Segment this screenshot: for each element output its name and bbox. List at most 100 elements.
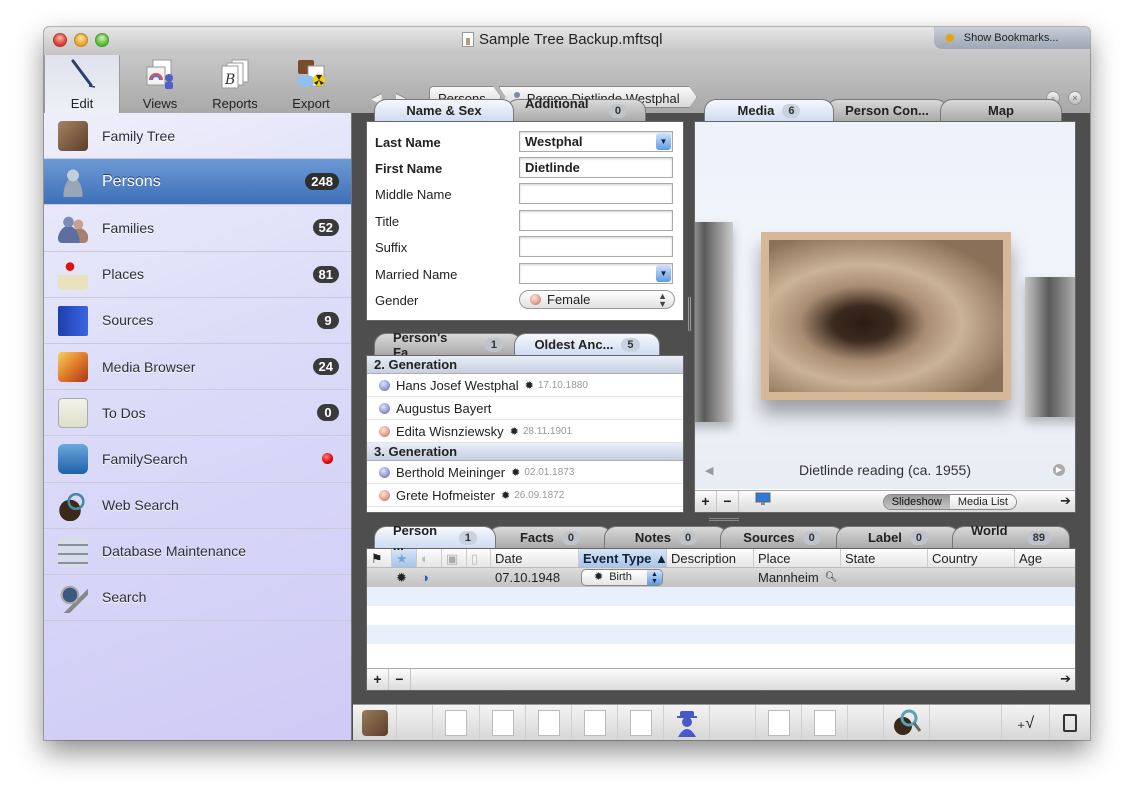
remove-media-button[interactable]: − xyxy=(717,491,739,512)
window-icon xyxy=(1063,713,1077,732)
list-item[interactable]: Berthold Meininger ✹ 02.01.1873 xyxy=(367,461,683,484)
tab-label[interactable]: Label 0 xyxy=(836,526,960,548)
tab-notes[interactable]: Notes 0 xyxy=(604,526,728,548)
media-list-button[interactable]: Media List xyxy=(949,495,1016,509)
column-event-type[interactable]: Event Type ▲ xyxy=(579,549,667,567)
media-action-arrow-icon[interactable]: ➔ xyxy=(1060,493,1071,509)
events-action-arrow-icon[interactable]: ➔ xyxy=(1060,671,1071,687)
tab-persons-family[interactable]: Person's Fa... 1 xyxy=(374,330,522,360)
prev-media-icon[interactable]: ◀ xyxy=(705,464,713,477)
column-state[interactable]: State xyxy=(841,549,928,567)
last-name-label: Last Name xyxy=(375,134,441,150)
tab-person[interactable]: Person ... 1 xyxy=(374,523,496,553)
sidebar-item-media-browser[interactable]: Media Browser 24 xyxy=(44,344,351,391)
add-media-button[interactable]: + xyxy=(695,491,717,512)
event-type-popup[interactable]: ✹ Birth ▲ ▼ xyxy=(581,569,663,586)
next-media-icon[interactable]: ▶ xyxy=(1053,464,1065,476)
ancestor-chart-button[interactable] xyxy=(433,705,480,740)
married-name-field[interactable]: ▼ xyxy=(519,263,673,284)
tab-world[interactable]: World ... 89 xyxy=(952,523,1070,553)
slideshow-button[interactable]: Slideshow xyxy=(883,495,950,509)
document-column-icon[interactable]: ▯ xyxy=(467,549,491,567)
tab-facts[interactable]: Facts 0 xyxy=(488,526,612,548)
tab-name-sex[interactable]: Name & Sex xyxy=(374,99,514,121)
list-item[interactable]: Grete Hofmeister ✹ 26.09.1872 xyxy=(367,484,683,507)
tab-map[interactable]: Map xyxy=(940,99,1062,121)
descendant-chart-button[interactable] xyxy=(480,705,526,740)
list-item[interactable]: Augustus Bayert xyxy=(367,397,683,420)
sidebar-item-to-dos[interactable]: To Dos 0 xyxy=(44,390,351,437)
remove-event-button[interactable]: − xyxy=(389,669,411,690)
add-event-button[interactable]: + xyxy=(367,669,389,690)
person-report-button[interactable] xyxy=(756,705,802,740)
media-slideshow[interactable]: Dietlinde reading (ca. 1955) ◀ ▶ xyxy=(695,122,1075,489)
toolbar-reports[interactable]: B Reports xyxy=(197,55,273,113)
ancestor-birth-date: 02.01.1873 xyxy=(524,466,575,478)
web-search-button[interactable] xyxy=(884,705,930,740)
sidebar-item-search[interactable]: Search xyxy=(44,575,351,622)
presentation-icon[interactable] xyxy=(739,491,787,512)
column-age[interactable]: Age xyxy=(1015,549,1075,567)
relationship-chart-button[interactable] xyxy=(618,705,664,740)
column-date[interactable]: Date xyxy=(491,549,579,567)
sidebar-item-persons[interactable]: Persons 248 xyxy=(44,159,351,206)
last-name-field[interactable]: Westphal ▼ xyxy=(519,131,673,152)
sidebar-item-web-search[interactable]: Web Search xyxy=(44,483,351,529)
toolbar-export[interactable]: Export xyxy=(273,55,349,113)
vertical-splitter[interactable] xyxy=(688,297,691,331)
birth-star-icon: ✹ xyxy=(396,570,407,585)
horizontal-splitter[interactable] xyxy=(709,518,739,521)
place-search-icon[interactable]: 🔍︎ xyxy=(825,568,838,587)
list-item[interactable]: Edita Wisnziewsky ✹ 28.11.1901 xyxy=(367,420,683,443)
hourglass-chart-button[interactable] xyxy=(526,705,572,740)
minimize-window-button[interactable] xyxy=(74,33,88,47)
toolbar-edit-label: Edit xyxy=(70,96,94,111)
toolbar-export-label: Export xyxy=(292,96,330,111)
gender-popup[interactable]: Female ▲ ▼ xyxy=(519,290,675,309)
column-country[interactable]: Country xyxy=(928,549,1015,567)
middle-name-field[interactable] xyxy=(519,183,673,204)
dropdown-arrow-icon[interactable]: ▼ xyxy=(656,265,671,282)
close-window-button[interactable] xyxy=(53,33,67,47)
title-field[interactable] xyxy=(519,210,673,231)
toolbar-views[interactable]: Views xyxy=(122,55,198,113)
close-panel-icon[interactable]: × xyxy=(1068,91,1082,105)
list-item[interactable]: Hans Josef Westphal ✹ 17.10.1880 xyxy=(367,374,683,397)
family-report-button[interactable] xyxy=(802,705,848,740)
window-title: Sample Tree Backup.mftsql xyxy=(462,31,662,48)
tab-person-connections[interactable]: Person Con... xyxy=(826,99,948,121)
sidebar-item-places[interactable]: Places 81 xyxy=(44,252,351,298)
tab-media[interactable]: Media 6 xyxy=(704,99,834,121)
photo-image xyxy=(769,240,1003,392)
title-label: Title xyxy=(375,213,400,229)
sidebar-item-database-maintenance[interactable]: Database Maintenance xyxy=(44,529,351,575)
ancestor-name: Berthold Meininger xyxy=(396,464,506,480)
previous-photo[interactable] xyxy=(695,222,733,422)
view-mode-switch[interactable]: Slideshow Media List xyxy=(882,494,1017,510)
family-tree-button[interactable] xyxy=(353,705,397,740)
tab-oldest-ancestors[interactable]: Oldest Anc... 5 xyxy=(514,333,660,355)
sidebar-item-family-tree[interactable]: Family Tree xyxy=(44,113,351,160)
window-options-button[interactable] xyxy=(1050,705,1090,740)
dropdown-arrow-icon[interactable]: ▼ xyxy=(656,133,671,150)
tab-name-sex-label: Name & Sex xyxy=(406,103,482,118)
sidebar-item-families[interactable]: Families 52 xyxy=(44,205,351,252)
first-name-field[interactable]: Dietlinde xyxy=(519,157,673,178)
tab-sources[interactable]: Sources 0 xyxy=(720,526,844,548)
column-description[interactable]: Description xyxy=(667,549,754,567)
tab-additional[interactable]: Additional ... 0 xyxy=(506,96,646,126)
plausibility-button[interactable]: ₊√ xyxy=(1002,705,1050,740)
agent-button[interactable] xyxy=(664,705,710,740)
fan-chart-button[interactable] xyxy=(572,705,618,740)
zoom-window-button[interactable] xyxy=(95,33,109,47)
flag-column-icon[interactable]: ⚑ xyxy=(367,549,392,567)
column-place[interactable]: Place xyxy=(754,549,841,567)
show-bookmarks-button[interactable]: ✹ Show Bookmarks... xyxy=(934,27,1090,49)
toolbar-edit[interactable]: Edit xyxy=(44,55,120,113)
sidebar-item-sources[interactable]: Sources 9 xyxy=(44,298,351,344)
current-photo[interactable] xyxy=(761,232,1011,400)
sidebar-item-familysearch[interactable]: FamilySearch xyxy=(44,436,351,483)
next-photo[interactable] xyxy=(1025,277,1075,417)
table-row[interactable]: ✹ ◑ 07.10.1948 ✹ Birth ▲ ▼ Mannheim 🔍︎ xyxy=(367,568,1075,587)
suffix-field[interactable] xyxy=(519,236,673,257)
